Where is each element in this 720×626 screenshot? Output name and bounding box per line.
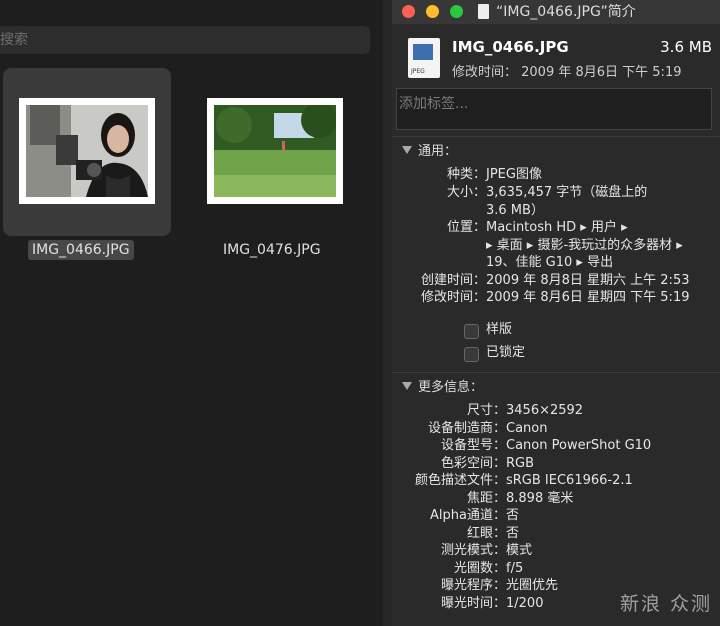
get-info-window: “IMG_0466.JPG”简介 JPEG IMG_0466.JPG 3.6 M… bbox=[392, 0, 720, 626]
zoom-button[interactable] bbox=[450, 5, 463, 18]
disclosure-triangle-icon bbox=[402, 146, 412, 154]
watermark: 新浪 众测 bbox=[619, 593, 712, 615]
title-bar: “IMG_0466.JPG”简介 bbox=[392, 0, 720, 24]
locked-label: 已锁定 bbox=[486, 345, 526, 360]
info-row: 焦距： 8.898 毫米 bbox=[466, 491, 574, 506]
general-section-toggle[interactable]: 通用： bbox=[402, 140, 457, 159]
tags-input[interactable]: 添加标签... bbox=[396, 88, 712, 130]
info-row: 修改时间： 2009 年 8月6日 星期四 下午 5:19 bbox=[420, 290, 690, 305]
info-row: 测光模式： 模式 bbox=[440, 543, 533, 558]
info-row: 种类： JPEG图像 bbox=[446, 167, 542, 182]
photo-garden-thumbnail bbox=[214, 102, 337, 197]
file-size: 3.6 MB bbox=[660, 38, 712, 56]
file-name-heading: IMG_0466.JPG bbox=[452, 38, 569, 56]
info-row: 色彩空间： RGB bbox=[440, 456, 535, 471]
locked-checkbox[interactable] bbox=[464, 347, 479, 362]
thumbnail bbox=[19, 98, 155, 204]
info-row: 红眼：否 bbox=[466, 526, 520, 541]
file-item-img-0466[interactable] bbox=[3, 68, 171, 236]
stationery-checkbox[interactable] bbox=[464, 324, 479, 339]
info-row: 设备制造商： Canon bbox=[427, 421, 548, 436]
search-input[interactable]: 搜索 bbox=[0, 26, 370, 54]
finder-window: 搜索 IMG_0466.JPG IMG_0476.JPG bbox=[0, 0, 383, 626]
stationery-label: 样版 bbox=[486, 322, 513, 337]
more-info-section-toggle[interactable]: 更多信息： bbox=[402, 376, 483, 395]
jpeg-file-icon: JPEG bbox=[408, 38, 440, 78]
info-row: ▸ 桌面 ▸ 摄影-我玩过的众多器材 ▸ bbox=[486, 238, 683, 253]
disclosure-triangle-icon bbox=[402, 382, 412, 390]
file-item-img-0476[interactable] bbox=[191, 68, 359, 236]
file-name[interactable]: IMG_0476.JPG bbox=[219, 240, 325, 260]
info-row: 大小： 3,635,457 字节（磁盘上的 bbox=[446, 185, 648, 200]
info-row: 创建时间： 2009 年 8月8日 星期六 上午 2:53 bbox=[420, 273, 690, 288]
info-row: 19、佳能 G10 ▸ 导出 bbox=[486, 255, 614, 270]
window-gap bbox=[383, 0, 392, 626]
modified-date: 修改时间： 2009 年 8月6日 下午 5:19 bbox=[452, 65, 682, 80]
info-row: 位置： Macintosh HD ▸ 用户 ▸ bbox=[446, 220, 628, 235]
info-row: Alpha通道：否 bbox=[430, 508, 520, 523]
document-icon bbox=[478, 4, 489, 19]
info-row: 设备型号： Canon PowerShot G10 bbox=[440, 438, 652, 453]
info-row: 尺寸： 3456×2592 bbox=[466, 403, 584, 418]
file-name[interactable]: IMG_0466.JPG bbox=[28, 240, 134, 260]
info-row: 颜色描述文件： sRGB IEC61966-2.1 bbox=[414, 473, 633, 488]
info-row: 3.6 MB） bbox=[486, 203, 544, 218]
info-row: 光圈数： f/5 bbox=[453, 561, 524, 576]
photo-portrait-thumbnail bbox=[26, 105, 148, 197]
close-button[interactable] bbox=[402, 5, 415, 18]
thumbnail bbox=[207, 98, 343, 204]
minimize-button[interactable] bbox=[426, 5, 439, 18]
window-title: “IMG_0466.JPG”简介 bbox=[496, 4, 636, 20]
